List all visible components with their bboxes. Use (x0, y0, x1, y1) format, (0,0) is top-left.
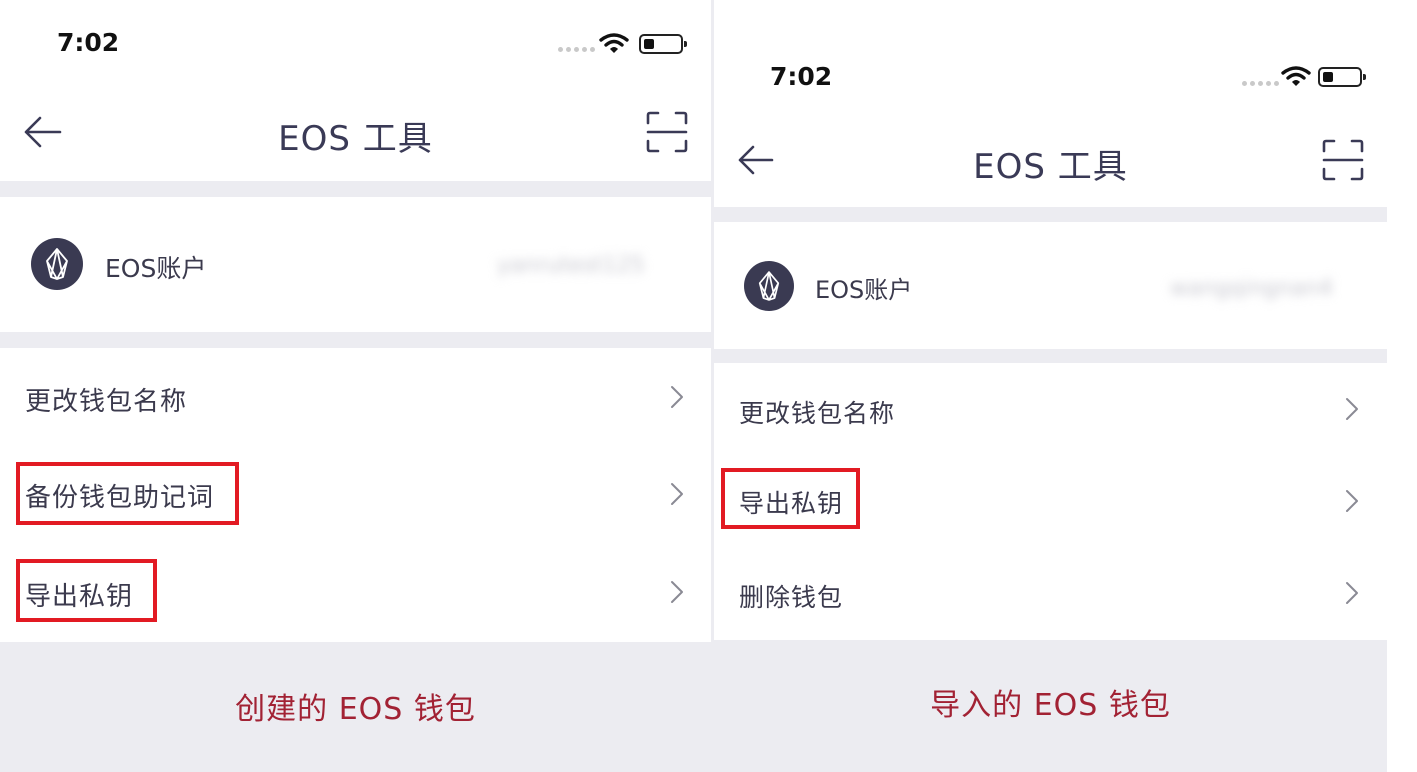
right-phone-screen: 7:02 EOS 工具 EOS账户 wangqingnan4 更改钱包名称 导出… (714, 0, 1387, 772)
section-gap (0, 181, 711, 197)
account-label: EOS账户 (815, 276, 913, 304)
menu-item-rename-wallet[interactable]: 更改钱包名称 (714, 364, 1387, 456)
menu-item-label: 删除钱包 (739, 583, 844, 612)
menu-item-delete-wallet[interactable]: 删除钱包 (714, 548, 1387, 640)
page-title: EOS 工具 (278, 119, 433, 159)
status-bar: 7:02 (0, 0, 711, 60)
status-time: 7:02 (770, 62, 833, 91)
menu-item-rename-wallet[interactable]: 更改钱包名称 (0, 350, 711, 442)
left-phone-screen: 7:02 EOS 工具 EOS账户 yanrutest125 更改钱包名称 备份… (0, 0, 711, 772)
caption-area: 创建的 EOS 钱包 (0, 642, 711, 772)
battery-icon (1318, 67, 1366, 87)
menu-item-export-private-key[interactable]: 导出私钥 (714, 456, 1387, 548)
menu-item-backup-mnemonic[interactable]: 备份钱包助记词 (0, 447, 711, 539)
page-title: EOS 工具 (973, 147, 1128, 187)
nav-bar: EOS 工具 (714, 125, 1387, 195)
caption-text: 导入的 EOS 钱包 (930, 688, 1171, 723)
status-time: 7:02 (57, 28, 120, 57)
wifi-icon (1281, 66, 1311, 86)
signal-dots-icon (558, 47, 595, 52)
menu-item-label: 更改钱包名称 (739, 399, 896, 428)
menu-item-export-private-key[interactable]: 导出私钥 (0, 546, 711, 638)
chevron-right-icon (671, 483, 683, 505)
eos-logo-icon (744, 261, 794, 311)
eos-account-row[interactable]: EOS账户 wangqingnan4 (714, 222, 1387, 349)
scan-icon[interactable] (646, 111, 688, 153)
section-gap (714, 207, 1387, 222)
caption-text: 创建的 EOS 钱包 (235, 692, 476, 727)
menu-item-label: 备份钱包助记词 (25, 483, 215, 513)
section-gap (714, 349, 1387, 363)
section-gap (0, 332, 711, 348)
chevron-right-icon (1346, 398, 1358, 420)
chevron-right-icon (671, 386, 683, 408)
page-margin (1387, 0, 1417, 772)
chevron-right-icon (1346, 490, 1358, 512)
chevron-right-icon (671, 581, 683, 603)
eos-account-row[interactable]: EOS账户 yanrutest125 (0, 197, 711, 332)
account-name: yanrutest125 (497, 253, 645, 278)
status-bar: 7:02 (714, 30, 1387, 91)
scan-icon[interactable] (1322, 139, 1364, 181)
wifi-icon (599, 33, 629, 53)
menu-item-label: 导出私钥 (25, 582, 134, 612)
battery-icon (639, 34, 687, 54)
chevron-right-icon (1346, 582, 1358, 604)
nav-bar: EOS 工具 (0, 97, 711, 167)
menu-item-label: 更改钱包名称 (25, 387, 188, 417)
eos-logo-icon (31, 238, 83, 290)
account-label: EOS账户 (105, 254, 207, 283)
caption-area: 导入的 EOS 钱包 (714, 640, 1387, 772)
menu-item-label: 导出私钥 (739, 489, 844, 518)
signal-dots-icon (1242, 81, 1279, 86)
account-name: wangqingnan4 (1170, 276, 1333, 301)
